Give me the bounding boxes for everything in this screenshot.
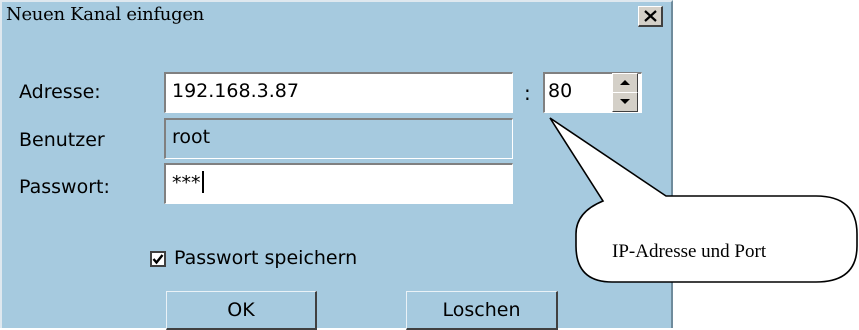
text-cursor	[201, 171, 204, 193]
callout-bubble	[549, 117, 858, 283]
address-input[interactable]: 192.168.3.87	[164, 72, 513, 113]
port-spinner[interactable]	[612, 72, 638, 112]
address-label: Adresse:	[19, 81, 101, 103]
title-bar[interactable]: Neuen Kanal einfugen	[2, 2, 671, 28]
user-field: root	[164, 118, 513, 159]
checkmark-icon	[152, 254, 164, 265]
user-label: Benutzer	[19, 129, 105, 151]
port-value: 80	[548, 80, 573, 102]
close-button[interactable]	[638, 6, 663, 27]
arrow-down-icon	[620, 99, 630, 104]
spin-down-button[interactable]	[612, 92, 638, 112]
save-password-label[interactable]: Passwort speichern	[174, 247, 357, 269]
window-title: Neuen Kanal einfugen	[6, 4, 204, 25]
password-input[interactable]: ***	[164, 163, 513, 204]
save-password-checkbox[interactable]	[150, 251, 166, 267]
close-icon	[644, 10, 657, 22]
password-value: ***	[172, 172, 201, 194]
password-label: Passwort:	[19, 176, 110, 198]
callout-text: IP-Adresse und Port	[612, 241, 767, 262]
spin-up-button[interactable]	[612, 73, 638, 93]
arrow-up-icon	[620, 80, 630, 85]
port-separator: :	[524, 81, 531, 105]
delete-button[interactable]: Loschen	[406, 291, 558, 330]
ok-button[interactable]: OK	[166, 291, 317, 330]
